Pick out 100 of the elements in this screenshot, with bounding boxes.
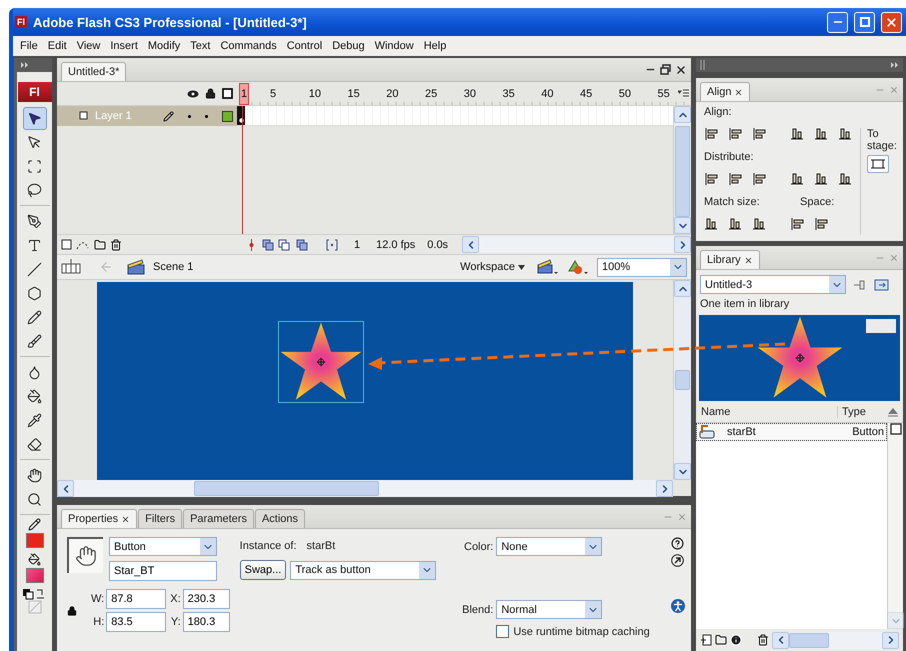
scroll-up-button[interactable] [674, 106, 691, 123]
horizontal-scrollbar[interactable] [57, 480, 673, 497]
outline-icon[interactable] [222, 88, 233, 99]
blend-dropdown[interactable]: Normal [496, 600, 602, 619]
menu-item[interactable]: Insert [105, 40, 143, 52]
dimension-field[interactable]: 230.3 [182, 589, 230, 609]
markers-icon[interactable] [326, 238, 338, 250]
accessibility-icon[interactable] [671, 599, 685, 613]
close-icon[interactable] [675, 64, 687, 76]
timeline-toggle-icon[interactable] [61, 259, 81, 275]
align-icon[interactable] [704, 127, 720, 141]
scroll-left-button[interactable] [772, 632, 789, 648]
align-icon[interactable] [814, 127, 830, 141]
lock-icon[interactable] [205, 88, 216, 99]
to-stage-button[interactable] [867, 155, 889, 173]
add-layer-icon[interactable] [61, 239, 72, 250]
close-icon[interactable] [734, 88, 744, 96]
panel-menu-icon[interactable] [678, 88, 688, 100]
folder-icon[interactable] [715, 634, 727, 646]
expand-icon[interactable] [21, 62, 29, 68]
scroll-right-button[interactable] [882, 632, 899, 648]
help-icon[interactable] [671, 537, 684, 550]
menu-item[interactable]: Modify [142, 40, 186, 52]
scroll-left-button[interactable] [462, 236, 480, 253]
new-library-icon[interactable] [874, 278, 890, 290]
distribute-icon[interactable] [838, 172, 854, 186]
library-item[interactable]: starBt Button [696, 423, 887, 441]
maximize-button[interactable] [854, 12, 875, 32]
scroll-up-button[interactable] [674, 280, 691, 297]
eye-icon[interactable] [187, 90, 199, 98]
tool-button[interactable] [22, 106, 46, 130]
new-symbol-icon[interactable] [700, 634, 712, 646]
menu-item[interactable]: Debug [327, 40, 370, 52]
align-icon[interactable] [752, 127, 768, 141]
scroll-down-button[interactable] [674, 463, 691, 480]
scroll-thumb[interactable] [675, 370, 690, 390]
menu-item[interactable]: Edit [42, 40, 72, 52]
close-button[interactable] [881, 12, 902, 32]
edit-symbol-icon[interactable] [567, 259, 589, 275]
panel-tab[interactable]: Filters [138, 509, 182, 528]
panel-tab[interactable]: Library [700, 250, 760, 269]
align-icon[interactable] [790, 127, 806, 141]
panel-tab[interactable]: Parameters [183, 509, 254, 528]
collapse-icon[interactable] [891, 62, 899, 68]
distribute-icon[interactable] [704, 172, 720, 186]
menu-item[interactable]: Help [418, 40, 452, 52]
workspace-menu[interactable]: Workspace [456, 257, 529, 277]
panel-tab[interactable]: Actions [254, 509, 306, 528]
document-tab[interactable]: Untitled-3* [61, 62, 126, 81]
align-icon[interactable] [728, 127, 744, 141]
info-icon[interactable] [730, 634, 742, 646]
delete-icon[interactable] [757, 634, 769, 646]
scroll-thumb[interactable] [675, 126, 690, 217]
menu-item[interactable]: Control [282, 40, 328, 52]
scroll-down-button[interactable] [674, 217, 691, 234]
distribute-icon[interactable] [790, 172, 806, 186]
menu-item[interactable]: Window [370, 40, 419, 52]
playhead-marker[interactable]: 1 [239, 82, 249, 104]
vertical-scrollbar[interactable] [673, 280, 691, 480]
scroll-thumb[interactable] [194, 481, 379, 496]
lock-icon[interactable] [67, 606, 77, 616]
distribute-icon[interactable] [814, 172, 830, 186]
dimension-field[interactable]: 87.8 [106, 589, 166, 609]
column-header[interactable]: Name [701, 406, 837, 418]
external-link-icon[interactable] [671, 554, 684, 567]
menu-item[interactable]: Text [185, 40, 216, 52]
symbol-type-dropdown[interactable]: Button [109, 537, 217, 556]
distribute-icon[interactable] [752, 172, 768, 186]
dimension-field[interactable]: 83.5 [106, 612, 166, 632]
close-icon[interactable] [744, 256, 753, 264]
panel-tab[interactable]: Align [700, 82, 750, 101]
color-dropdown[interactable]: None [496, 537, 602, 556]
menu-item[interactable]: Commands [215, 40, 282, 52]
scroll-right-button[interactable] [674, 236, 691, 253]
menu-item[interactable]: File [15, 40, 43, 52]
edit-scene-icon[interactable] [537, 259, 559, 275]
space-icon[interactable] [814, 217, 830, 231]
restore-icon[interactable] [660, 64, 671, 74]
scroll-left-button[interactable] [57, 480, 74, 497]
match-size-icon[interactable] [752, 217, 768, 231]
column-header[interactable]: Type [837, 406, 887, 418]
zoom-dropdown[interactable]: 100% [597, 258, 687, 276]
sort-icon[interactable] [887, 406, 899, 416]
menu-item[interactable]: View [72, 40, 106, 52]
fill-color-swatch[interactable] [26, 568, 44, 583]
scroll-thumb[interactable] [789, 632, 829, 648]
stroke-color-swatch[interactable] [26, 533, 44, 548]
panel-tab[interactable]: Properties [61, 509, 138, 528]
minimize-button[interactable] [827, 12, 848, 32]
tracking-dropdown[interactable]: Track as button [290, 560, 436, 580]
checkbox[interactable] [496, 625, 510, 638]
scroll-down-button[interactable] [887, 612, 904, 629]
scroll-right-button[interactable] [656, 480, 673, 497]
horizontal-scrollbar[interactable] [462, 236, 691, 253]
match-size-icon[interactable] [704, 217, 720, 231]
align-icon[interactable] [838, 127, 854, 141]
swap-button[interactable]: Swap... [240, 560, 286, 580]
horizontal-scrollbar[interactable] [772, 632, 899, 648]
space-icon[interactable] [790, 217, 806, 231]
close-icon[interactable] [121, 514, 130, 524]
